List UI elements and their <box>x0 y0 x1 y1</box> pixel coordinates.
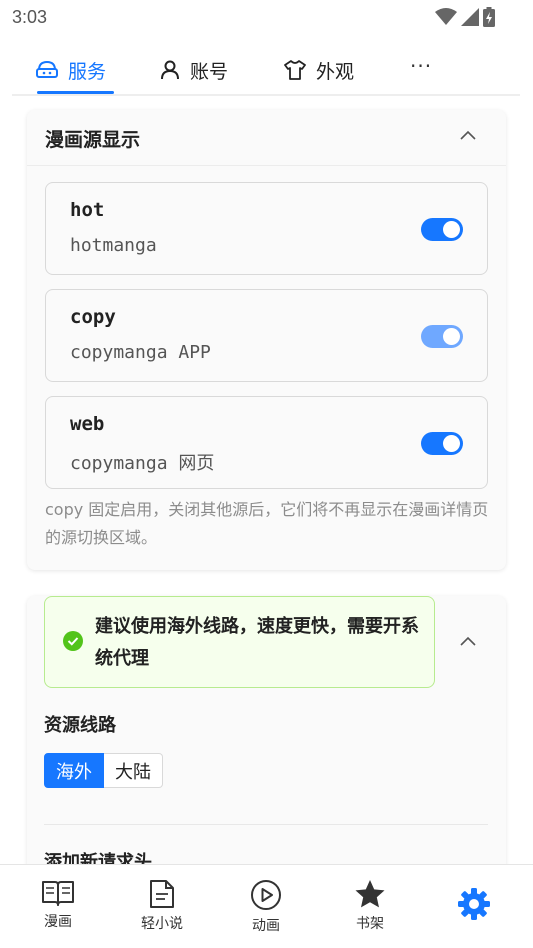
source-copy-toggle <box>421 325 463 348</box>
source-web-toggle[interactable] <box>421 432 463 455</box>
tab-appearance-label: 外观 <box>316 60 355 83</box>
source-item-web: web copymanga 网页 <box>45 396 488 489</box>
network-card: 建议使用海外线路，速度更快，需要开系统代理 资源线路 海外 大陆 添加新请求头 <box>27 596 506 896</box>
top-tabs: 服务 账号 外观 ··· <box>12 44 520 96</box>
route-selector: 海外 大陆 <box>44 753 163 788</box>
chevron-up-icon[interactable] <box>460 130 476 140</box>
tab-account-label: 账号 <box>190 60 229 83</box>
source-item-copy: copy copymanga APP <box>45 289 488 382</box>
star-icon <box>355 880 385 908</box>
battery-charging-icon <box>483 7 495 27</box>
play-icon <box>251 880 281 910</box>
tab-active-indicator <box>37 91 114 94</box>
tab-service-label: 服务 <box>68 60 107 83</box>
signal-icon <box>461 8 479 26</box>
user-icon <box>161 60 179 80</box>
more-tabs-button[interactable]: ··· <box>410 54 432 78</box>
nav-item-settings[interactable] <box>434 879 514 925</box>
tab-service[interactable]: 服务 <box>36 50 106 90</box>
tab-account[interactable]: 账号 <box>160 50 228 90</box>
chevron-up-icon[interactable] <box>460 636 476 646</box>
route-label: 资源线路 <box>44 715 116 736</box>
source-desc: copymanga APP <box>70 342 211 363</box>
toggle-knob <box>443 221 460 238</box>
nav-label: 轻小说 <box>141 916 183 932</box>
source-name: hot <box>70 199 105 221</box>
nav-item-bookshelf[interactable]: 书架 <box>330 879 410 933</box>
proxy-alert: 建议使用海外线路，速度更快，需要开系统代理 <box>44 596 435 688</box>
check-circle-icon <box>63 631 83 651</box>
bottom-nav: 漫画 轻小说 动画 书架 <box>0 864 533 948</box>
tab-appearance[interactable]: 外观 <box>284 50 354 90</box>
gear-icon <box>458 888 490 920</box>
source-hot-toggle[interactable] <box>421 218 463 241</box>
service-icon <box>36 60 58 78</box>
nav-label: 书架 <box>356 916 384 932</box>
status-time: 3:03 <box>12 7 48 27</box>
shirt-icon <box>284 60 306 80</box>
nav-label: 动画 <box>252 918 280 934</box>
sources-card-title: 漫画源显示 <box>45 129 141 151</box>
toggle-knob <box>443 435 460 452</box>
nav-item-novel[interactable]: 轻小说 <box>122 879 202 933</box>
route-overseas-button[interactable]: 海外 <box>44 753 104 788</box>
status-icons <box>435 7 495 27</box>
wifi-icon <box>435 8 457 25</box>
source-name: copy <box>70 306 116 328</box>
sources-card-header[interactable]: 漫画源显示 <box>27 110 506 166</box>
source-desc: hotmanga <box>70 235 157 256</box>
nav-label: 漫画 <box>44 914 72 930</box>
source-desc: copymanga 网页 <box>70 453 215 474</box>
nav-item-manga[interactable]: 漫画 <box>18 879 98 931</box>
document-icon <box>150 880 174 908</box>
divider <box>44 824 488 825</box>
sources-note: copy 固定启用，关闭其他源后，它们将不再显示在漫画详情页的源切换区域。 <box>45 500 489 547</box>
route-mainland-button[interactable]: 大陆 <box>104 753 163 788</box>
nav-item-anime[interactable]: 动画 <box>226 879 306 935</box>
source-item-hot: hot hotmanga <box>45 182 488 275</box>
toggle-knob <box>443 328 460 345</box>
status-bar: 3:03 <box>0 0 533 36</box>
sources-card: 漫画源显示 hot hotmanga copy copymanga APP we… <box>27 110 506 570</box>
proxy-alert-text: 建议使用海外线路，速度更快，需要开系统代理 <box>95 616 419 669</box>
source-name: web <box>70 413 105 435</box>
book-icon <box>42 881 74 906</box>
